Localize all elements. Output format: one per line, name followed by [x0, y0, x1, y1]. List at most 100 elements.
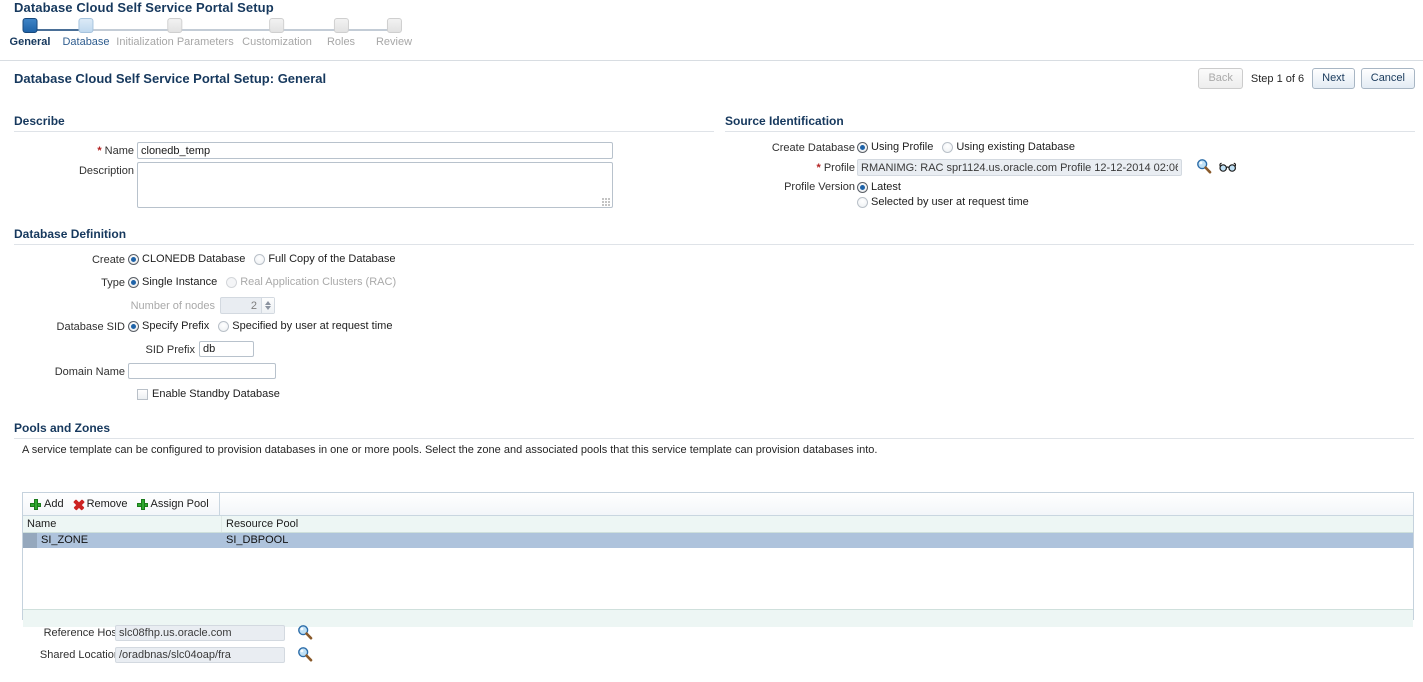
name-input[interactable] [137, 142, 613, 159]
remove-button[interactable]: Remove [70, 498, 134, 510]
profile-version-user-row: Selected by user at request time [857, 196, 1038, 208]
enable-standby-label: Enable Standby Database [152, 388, 280, 400]
description-textarea[interactable] [137, 162, 613, 208]
radio-profile-version-latest[interactable] [857, 181, 868, 193]
database-sid-radio-group: Specify Prefix Specified by user at requ… [128, 320, 401, 332]
train-node-roles [333, 18, 349, 33]
plus-icon [30, 498, 41, 510]
enable-standby-row: Enable Standby Database [137, 388, 289, 400]
profile-required-marker: * [816, 162, 821, 174]
assign-pool-button[interactable]: Assign Pool [134, 498, 215, 510]
profile-version-latest-row: Latest [857, 181, 910, 193]
type-radio-group: Single Instance Real Application Cluster… [128, 276, 405, 288]
profile-label-text: Profile [823, 162, 855, 174]
domain-name-input[interactable] [128, 363, 276, 379]
wizard-button-bar: Back Step 1 of 6 Next Cancel [1198, 68, 1415, 89]
radio-sid-specified-by-user-label: Specified by user at request time [232, 320, 393, 332]
cell-name: SI_ZONE [41, 534, 89, 546]
describe-section-title: Describe [14, 114, 65, 128]
pools-zones-table-body: SI_ZONE SI_DBPOOL [23, 533, 1413, 609]
train-stop-database[interactable]: Database [62, 18, 110, 48]
number-of-nodes-arrows [261, 298, 274, 313]
add-button[interactable]: Add [27, 498, 70, 510]
pools-zones-toolbar-buttons: Add Remove Assign Pool [23, 493, 220, 515]
domain-name-label: Domain Name [54, 366, 125, 378]
pools-zones-table-header: Name Resource Pool [23, 516, 1413, 533]
radio-specify-prefix[interactable] [128, 320, 139, 332]
page-heading: Database Cloud Self Service Portal Setup… [14, 71, 327, 86]
train-label-review: Review [375, 36, 413, 48]
database-definition-section: Database Definition [14, 227, 1414, 245]
profile-version-label: Profile Version [784, 181, 855, 193]
train-stop-roles[interactable]: Roles [327, 18, 355, 48]
train-node-review [386, 18, 402, 33]
glasses-icon[interactable] [1219, 160, 1237, 174]
reference-host-label: Reference Host [43, 627, 120, 639]
step-indicator: Step 1 of 6 [1250, 72, 1305, 85]
describe-divider [14, 131, 714, 132]
row-select-handle[interactable] [23, 533, 37, 548]
radio-profile-version-latest-label: Latest [871, 181, 901, 193]
radio-profile-version-user-selected[interactable] [857, 196, 868, 208]
radio-specify-prefix-label: Specify Prefix [142, 320, 210, 332]
profile-input[interactable] [857, 159, 1182, 176]
header-divider [0, 60, 1423, 61]
column-header-resource-pool[interactable]: Resource Pool [222, 516, 1413, 532]
create-label: Create [91, 254, 125, 266]
radio-using-profile-label: Using Profile [871, 141, 934, 153]
shared-location-label: Shared Location [39, 649, 120, 661]
train-stop-review[interactable]: Review [376, 18, 412, 48]
shared-location-input[interactable] [115, 647, 285, 663]
back-button[interactable]: Back [1198, 68, 1243, 89]
radio-full-copy-of-the-database[interactable] [254, 253, 266, 265]
reference-host-input[interactable] [115, 625, 285, 641]
stepper-down-icon [265, 306, 271, 310]
database-sid-label: Database SID [56, 321, 125, 333]
radio-real-application-clusters [226, 276, 238, 288]
train-node-customization [269, 18, 285, 33]
train-label-roles: Roles [326, 36, 356, 48]
pools-zones-toolbar: Add Remove Assign Pool [23, 493, 1413, 516]
add-button-label: Add [44, 498, 64, 510]
shared-location-search-icon[interactable] [297, 646, 313, 662]
number-of-nodes-stepper: 2 [220, 297, 275, 314]
description-label: Description [78, 165, 134, 177]
wizard-train: General Database Initialization Paramete… [0, 18, 1423, 54]
reference-host-search-icon[interactable] [297, 624, 313, 640]
radio-sid-specified-by-user[interactable] [218, 320, 230, 332]
page-title: Database Cloud Self Service Portal Setup [14, 0, 274, 15]
radio-using-profile[interactable] [857, 141, 868, 153]
pools-and-zones-divider [14, 438, 1414, 439]
train-node-general [22, 18, 38, 33]
radio-single-instance-label: Single Instance [142, 276, 218, 288]
number-of-nodes-value: 2 [250, 300, 257, 312]
sid-prefix-label: SID Prefix [145, 344, 195, 356]
next-button[interactable]: Next [1312, 68, 1355, 89]
radio-using-existing-database[interactable] [942, 141, 954, 153]
name-required-marker: * [97, 145, 102, 157]
enable-standby-checkbox[interactable] [137, 388, 148, 400]
database-definition-divider [14, 244, 1414, 245]
type-label: Type [101, 277, 125, 289]
sid-prefix-input[interactable] [199, 341, 254, 357]
train-node-initialization-parameters [167, 18, 183, 33]
stepper-up-icon [265, 301, 271, 305]
train-stop-initialization-parameters[interactable]: Initialization Parameters [116, 18, 234, 48]
pools-and-zones-title: Pools and Zones [14, 421, 111, 435]
radio-full-copy-of-the-database-label: Full Copy of the Database [268, 253, 396, 265]
radio-clonedb-database[interactable] [128, 253, 139, 265]
pools-zones-table: Add Remove Assign Pool Name Resource Poo… [22, 492, 1414, 627]
cancel-button[interactable]: Cancel [1360, 68, 1415, 89]
create-radio-group: CLONEDB Database Full Copy of the Databa… [128, 253, 405, 265]
table-row[interactable]: SI_ZONE SI_DBPOOL [23, 533, 1413, 548]
source-identification-divider [725, 131, 1415, 132]
search-icon[interactable] [1196, 158, 1212, 174]
train-label-initialization-parameters: Initialization Parameters [116, 36, 234, 48]
pools-and-zones-section: Pools and Zones [14, 421, 1414, 439]
train-stop-general[interactable]: General [10, 18, 50, 48]
column-header-name[interactable]: Name [23, 516, 222, 532]
source-identification-section: Source Identification [725, 114, 1415, 132]
train-stop-customization[interactable]: Customization [242, 18, 312, 48]
x-icon [73, 499, 84, 510]
radio-single-instance[interactable] [128, 276, 139, 288]
